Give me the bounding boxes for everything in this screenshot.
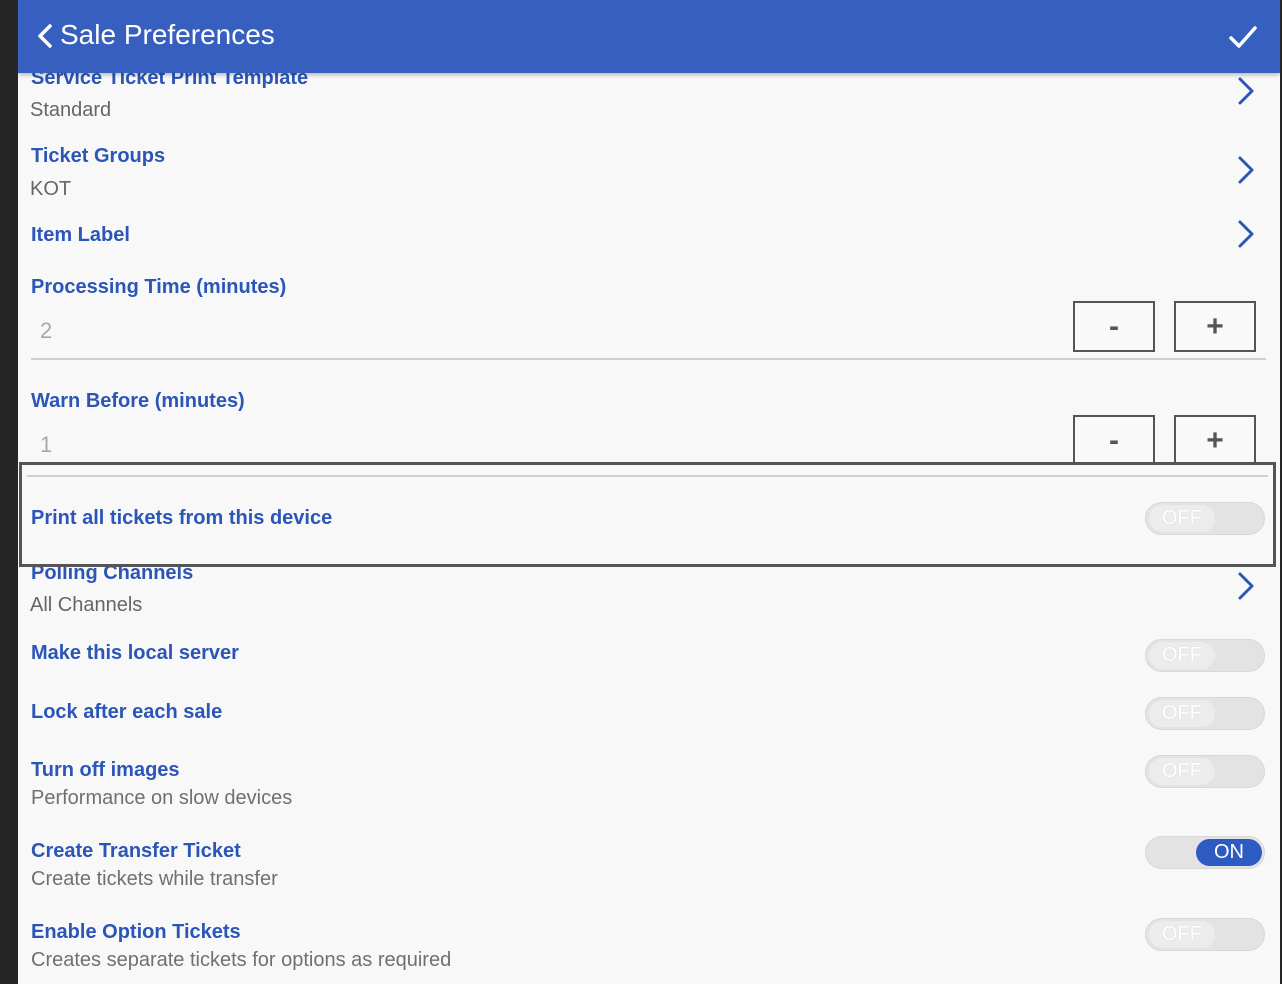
create-transfer-ticket-toggle[interactable]: ON <box>1145 836 1265 869</box>
turn-off-images-toggle[interactable]: OFF <box>1145 755 1265 788</box>
chevron-right-icon[interactable] <box>1236 76 1256 106</box>
divider <box>27 475 1268 477</box>
chevron-right-icon[interactable] <box>1236 219 1256 249</box>
setting-label: Warn Before (minutes) <box>31 390 245 412</box>
page-title: Sale Preferences <box>60 19 275 50</box>
checkmark-icon[interactable] <box>1228 22 1258 52</box>
setting-description: Performance on slow devices <box>31 787 293 809</box>
input-underline <box>31 358 1266 360</box>
toggle-knob: OFF <box>1149 700 1215 727</box>
setting-print-all-tickets[interactable]: Print all tickets from this device OFF <box>19 462 1276 567</box>
warn-before-input[interactable]: 1 <box>40 432 52 458</box>
setting-value: All Channels <box>30 594 143 616</box>
toggle-knob: OFF <box>1149 505 1215 532</box>
local-server-toggle[interactable]: OFF <box>1145 639 1265 672</box>
lock-after-sale-toggle[interactable]: OFF <box>1145 697 1265 730</box>
setting-label: Item Label <box>31 224 130 246</box>
print-all-tickets-toggle[interactable]: OFF <box>1145 502 1265 535</box>
setting-label: Create Transfer Ticket <box>31 840 241 862</box>
setting-label: Print all tickets from this device <box>31 507 333 529</box>
toggle-knob: ON <box>1196 839 1262 866</box>
setting-label: Enable Option Tickets <box>31 921 241 943</box>
back-arrow-icon[interactable] <box>34 22 56 50</box>
setting-description: Creates separate tickets for options as … <box>31 949 452 971</box>
setting-description: Create tickets while transfer <box>31 868 278 890</box>
toggle-knob: OFF <box>1149 642 1215 669</box>
enable-option-tickets-toggle[interactable]: OFF <box>1145 918 1265 951</box>
toggle-knob: OFF <box>1149 921 1215 948</box>
toggle-knob: OFF <box>1149 758 1215 785</box>
setting-label: Lock after each sale <box>31 701 223 723</box>
setting-value: KOT <box>30 178 72 200</box>
setting-label: Ticket Groups <box>31 145 166 167</box>
setting-label: Processing Time (minutes) <box>31 276 287 298</box>
settings-screen: Sale Preferences Service Ticket Print Te… <box>18 0 1280 984</box>
setting-value: Standard <box>30 99 112 121</box>
decrement-button[interactable]: - <box>1073 301 1155 352</box>
decrement-button[interactable]: - <box>1073 415 1155 466</box>
processing-time-input[interactable]: 2 <box>40 318 52 344</box>
app-header: Sale Preferences <box>18 0 1280 73</box>
chevron-right-icon[interactable] <box>1236 155 1256 185</box>
setting-label: Turn off images <box>31 759 180 781</box>
chevron-right-icon[interactable] <box>1236 571 1256 601</box>
setting-label: Make this local server <box>31 642 239 664</box>
increment-button[interactable]: + <box>1174 415 1256 466</box>
increment-button[interactable]: + <box>1174 301 1256 352</box>
